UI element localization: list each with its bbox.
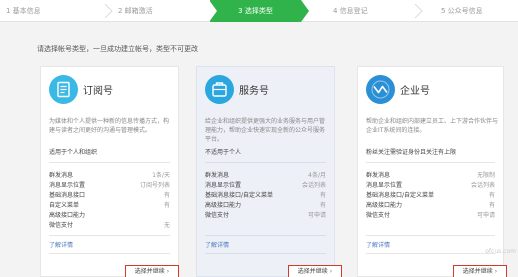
card-title: 服务号 (239, 86, 269, 97)
feature-value: 有 (488, 202, 495, 209)
divider (205, 235, 326, 236)
feature-value: 4条/月 (308, 172, 326, 179)
card-service: 服务号 给企业和组织提供更强大的业务服务与用户管理能力，帮助企业快速实现全新的公… (196, 66, 342, 277)
chevron-right-icon: › (494, 268, 498, 275)
select-continue-button[interactable]: 选择并继续 › (125, 265, 179, 277)
learn-more-link[interactable]: 了解详情 (366, 240, 390, 249)
feature-row: 消息显示位置 会话列表 (366, 181, 495, 191)
feature-name: 微信支付 (49, 222, 74, 229)
feature-row: 基础消息接口/自定义菜单 有 (366, 191, 495, 201)
feature-name: 基础消息接口/自定义菜单 (205, 192, 274, 199)
select-continue-button[interactable]: 选择并继续 › (453, 265, 507, 277)
feature-row: 基础消息接口/自定义菜单 有 (205, 191, 326, 201)
divider (366, 162, 495, 163)
feature-value: 有 (163, 192, 170, 199)
feature-list: 群发消息 4条/月 消息显示位置 会话列表 基础消息接口/自定义菜单有 高级接口能力… (205, 171, 326, 221)
feature-name: 高级接口能力 (49, 212, 86, 219)
feature-name: 基础消息接口/自定义菜单 (366, 192, 435, 199)
feature-list: 群发消息 1条/天 消息显示位置 订阅号列表 基础消息接口有 自定义菜单有 高级接口… (49, 171, 170, 231)
subscription-icon (49, 75, 78, 104)
card-description: 为媒体和个人提供一种新的信息传播方式，构建与读者之间更好的沟通与管理模式。 (49, 118, 170, 134)
step-separator-icon (104, 4, 113, 18)
step-basic-info: 1 基本信息 (6, 7, 41, 15)
card-audience: 粉丝关注需验证身份且关注有上限 (366, 149, 457, 156)
feature-row: 自定义菜单 有 (49, 201, 170, 211)
step-progress-bar: 1 基本信息 2 邮箱激活 3 选择类型 4 信息登记 5 公众号信息 (0, 0, 518, 22)
feature-row: 微信支付 可申请 (205, 211, 326, 221)
feature-name: 群发消息 (205, 172, 230, 179)
feature-value: 可申请 (476, 212, 495, 219)
feature-name: 高级接口能力 (366, 202, 403, 209)
feature-name: 群发消息 (49, 172, 74, 179)
feature-list: 群发消息 无限制 消息显示位置 会话列表 基础消息接口/自定义菜单有 高级接口能力有… (366, 171, 495, 221)
feature-value: 无 (163, 222, 170, 229)
card-description: 帮助企业和组织内部建立员工、上下游合作伙伴与企业IT系统间的连接。 (366, 118, 499, 134)
chevron-right-icon: › (166, 268, 170, 275)
feature-name: 消息显示位置 (49, 182, 86, 189)
step-info-registration: 4 信息登记 (333, 7, 368, 15)
feature-name: 基础消息接口 (49, 192, 86, 199)
step-email-activation: 2 邮箱激活 (118, 7, 153, 15)
divider (366, 235, 495, 236)
feature-row: 群发消息 无限制 (366, 171, 495, 181)
feature-row: 消息显示位置 会话列表 (205, 181, 326, 191)
divider (49, 162, 170, 163)
enterprise-icon (366, 75, 395, 104)
feature-row: 微信支付 可申请 (366, 211, 495, 221)
feature-row: 微信支付 无 (49, 221, 170, 231)
feature-row: 高级接口能力 有 (205, 201, 326, 211)
feature-row: 群发消息 1条/天 (49, 171, 170, 181)
feature-name: 群发消息 (366, 172, 391, 179)
feature-name: 微信支付 (366, 212, 391, 219)
feature-value: 无限制 (476, 172, 495, 179)
feature-value: 有 (319, 202, 326, 209)
card-title: 企业号 (400, 86, 430, 97)
feature-value: 会话列表 (301, 182, 326, 189)
feature-name: 自定义菜单 (49, 202, 80, 209)
feature-value: 1条/天 (152, 172, 170, 179)
instruction-text: 请选择帐号类型，一旦成功建立帐号，类型不可更改 (37, 45, 198, 53)
feature-name: 消息显示位置 (366, 182, 403, 189)
card-audience: 不适用于个人 (205, 149, 242, 156)
card-description: 给企业和组织提供更强大的业务服务与用户管理能力，帮助企业快速实现全新的公众号服务… (205, 118, 326, 143)
feature-value: 会话列表 (470, 182, 495, 189)
divider (205, 253, 326, 254)
service-icon (205, 75, 234, 104)
divider (49, 253, 170, 254)
select-continue-button[interactable]: 选择并继续 › (288, 265, 342, 277)
card-audience: 适用于个人和组织 (49, 149, 98, 156)
learn-more-link[interactable]: 了解详情 (49, 240, 73, 249)
feature-value: 有 (319, 192, 326, 199)
feature-row: 消息显示位置 订阅号列表 (49, 181, 170, 191)
watermark: ofcus.com (485, 248, 516, 255)
feature-row: 高级接口能力 (49, 211, 170, 221)
feature-row: 群发消息 4条/月 (205, 171, 326, 181)
feature-value: 有 (488, 192, 495, 199)
divider (205, 162, 326, 163)
feature-name: 高级接口能力 (205, 202, 242, 209)
step-select-type: 3 选择类型 (209, 0, 309, 22)
divider (366, 253, 495, 254)
learn-more-link[interactable]: 了解详情 (205, 240, 229, 249)
divider (49, 235, 170, 236)
step-account-info: 5 公众号信息 (441, 7, 483, 15)
feature-value: 有 (163, 202, 170, 209)
step-separator-icon (414, 4, 423, 18)
feature-value: 可申请 (307, 212, 326, 219)
card-title: 订阅号 (83, 86, 113, 97)
feature-row: 高级接口能力 有 (366, 201, 495, 211)
feature-name: 微信支付 (205, 212, 230, 219)
feature-name: 消息显示位置 (205, 182, 242, 189)
feature-value: 订阅号列表 (139, 182, 170, 189)
card-enterprise: 企业号 帮助企业和组织内部建立员工、上下游合作伙伴与企业IT系统间的连接。 粉丝… (357, 66, 507, 277)
card-subscription: 订阅号 为媒体和个人提供一种新的信息传播方式，构建与读者之间更好的沟通与管理模式… (40, 66, 179, 277)
feature-row: 基础消息接口 有 (49, 191, 170, 201)
chevron-right-icon: › (329, 268, 333, 275)
